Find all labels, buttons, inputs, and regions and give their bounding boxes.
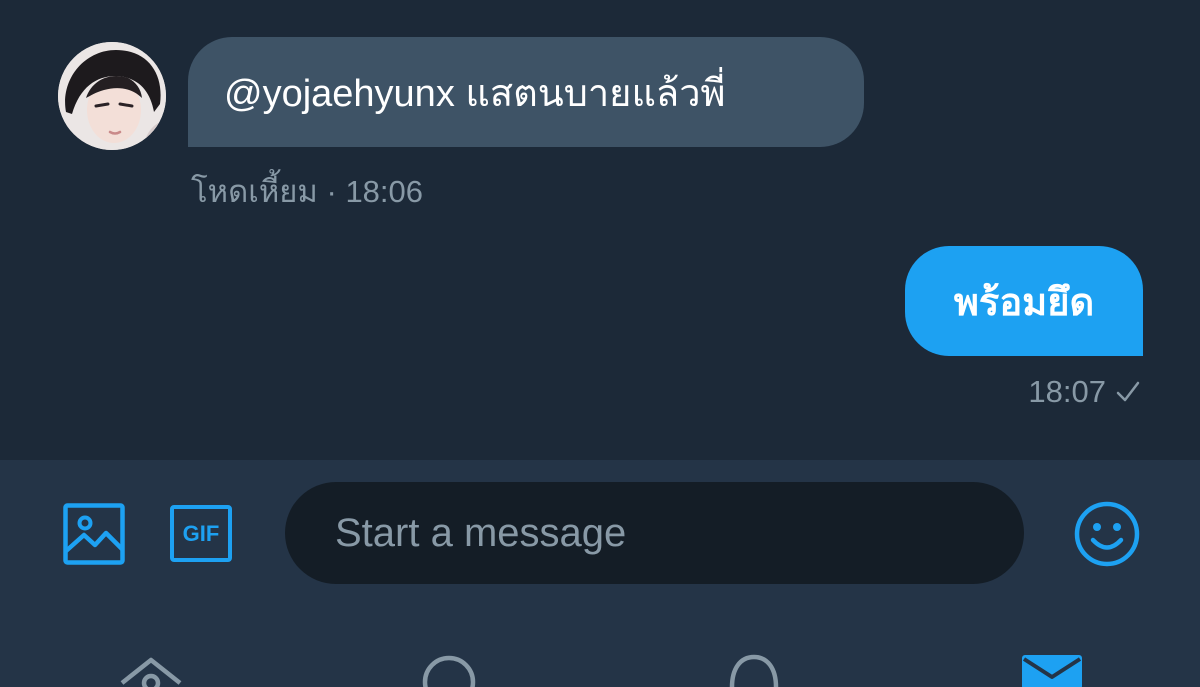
composer-bar: GIF Start a message [0, 460, 1200, 687]
notifications-icon[interactable] [724, 653, 784, 687]
emoji-icon[interactable] [1074, 501, 1140, 567]
incoming-message-bubble[interactable]: @yojaehyunx แสตนบายแล้วพี่ [188, 37, 864, 147]
gif-icon: GIF [182, 520, 220, 546]
incoming-timestamp: 18:06 [345, 174, 424, 209]
sender-name: โหดเหี้ยม [191, 174, 318, 209]
home-icon[interactable] [116, 653, 186, 687]
incoming-message-meta: โหดเหี้ยม · 18:06 [191, 166, 423, 216]
avatar-photo [58, 42, 166, 150]
search-icon[interactable] [418, 653, 480, 687]
outgoing-message-meta: 18:07 [1028, 374, 1140, 410]
messages-icon[interactable] [1020, 653, 1084, 687]
conversation-area: @yojaehyunx แสตนบายแล้วพี่ โหดเหี้ยม · 1… [0, 0, 1200, 460]
outgoing-timestamp: 18:07 [1028, 374, 1106, 409]
outgoing-message-text: พร้อมยึด [953, 281, 1095, 324]
gif-button[interactable]: GIF [170, 505, 232, 562]
meta-separator: · [326, 174, 337, 209]
message-input[interactable]: Start a message [285, 482, 1024, 584]
incoming-message-text: @yojaehyunx แสตนบายแล้วพี่ [224, 72, 726, 115]
image-icon[interactable] [63, 503, 125, 565]
avatar[interactable] [58, 42, 166, 150]
message-input-placeholder: Start a message [335, 510, 627, 555]
checkmark-icon [1116, 381, 1140, 402]
outgoing-message-bubble[interactable]: พร้อมยึด [905, 246, 1143, 356]
